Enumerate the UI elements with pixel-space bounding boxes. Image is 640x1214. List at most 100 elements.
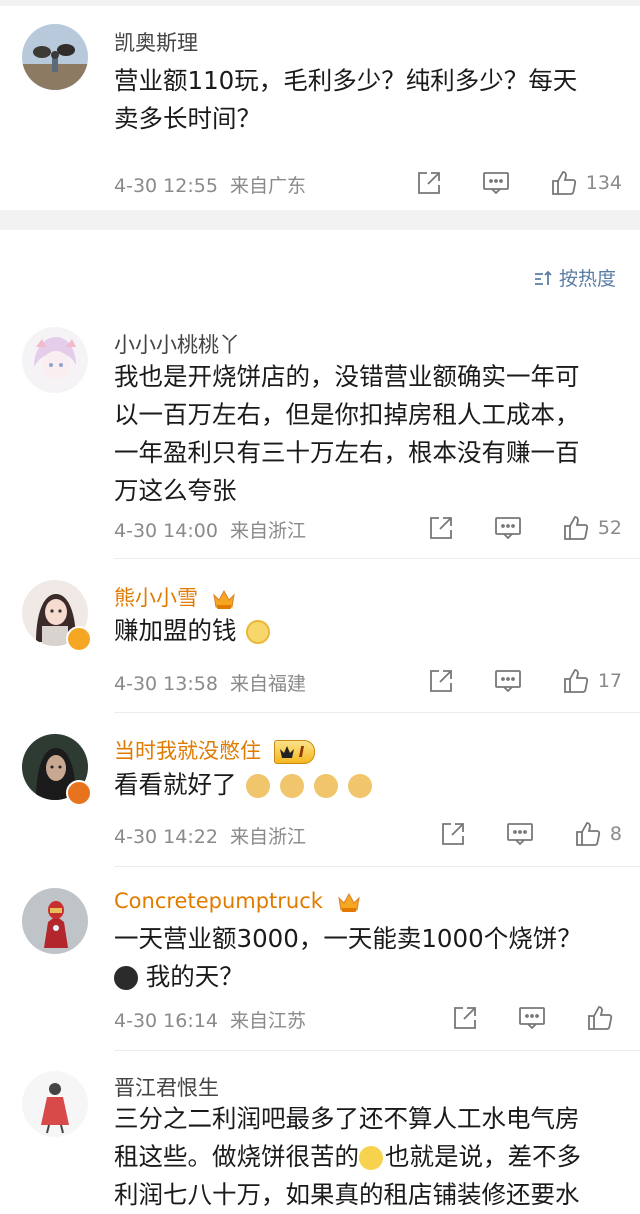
like-count: 8 (609, 823, 622, 845)
sort-label: 按热度 (558, 268, 616, 290)
username[interactable]: 熊小小雪 (114, 582, 237, 612)
username[interactable]: 当时我就没憋住 I (114, 735, 316, 765)
share-button[interactable] (428, 515, 454, 541)
comment-line: 租这些。做烧饼很苦的 也就是说，差不多 (114, 1138, 624, 1176)
comment-time: 4-30 12:55 (114, 175, 218, 197)
username-text: 熊小小雪 (114, 586, 198, 610)
share-icon (417, 172, 440, 194)
comment-icon (482, 172, 509, 195)
reply-button[interactable] (506, 821, 534, 847)
username[interactable]: 凯奥斯理 (114, 27, 198, 57)
doge-emoji-icon (347, 774, 372, 798)
comment-text: 看看就好了 (114, 766, 624, 804)
share-icon (454, 1007, 476, 1029)
comment-time: 4-30 14:00 (114, 520, 218, 542)
comment-meta: 4-30 13:58 来自福建 (114, 669, 306, 696)
like-button[interactable]: 52 (562, 514, 622, 542)
comment-location: 来自江苏 (229, 1010, 306, 1032)
like-count: 52 (597, 517, 622, 539)
comment-line: 一年盈利只有三十万左右，根本没有赚一百 (114, 438, 580, 467)
comment-line: 看看就好了 (114, 766, 624, 804)
comment-time: 4-30 16:14 (114, 1010, 218, 1032)
comment-text: 营业额110玩，毛利多少？纯利多少？每天 卖多长时间？ (114, 62, 624, 138)
sketch-figure-avatar (22, 1071, 88, 1137)
share-icon (442, 823, 464, 845)
thumbs-up-icon (563, 516, 588, 540)
comment-line-text: 赚加盟的钱 (114, 616, 237, 645)
comment-actions: 134 (376, 168, 622, 198)
thumbs-up-icon (576, 822, 601, 846)
comment-location: 来自浙江 (229, 520, 306, 542)
reply-button[interactable] (494, 515, 522, 541)
comment-meta: 4-30 12:55 来自广东 (114, 171, 306, 198)
comment-icon (519, 1007, 545, 1030)
avatar[interactable] (22, 24, 88, 90)
divider (114, 558, 640, 559)
crown-icon (279, 746, 294, 758)
grimace-emoji-icon (246, 620, 271, 644)
share-button[interactable] (428, 668, 454, 694)
vip-level-badge: I (273, 740, 316, 764)
comment-actions: 8 (400, 819, 622, 849)
comment-meta: 4-30 14:00 来自浙江 (114, 516, 306, 543)
thumbs-up-icon (551, 171, 576, 195)
comment-icon (494, 517, 521, 540)
avatar[interactable] (22, 1071, 88, 1137)
comment-line: 一天营业额3000，一天能卖1000个烧饼？ (114, 924, 582, 953)
comment-location: 来自广东 (229, 175, 306, 197)
comment-line: 赚加盟的钱 (114, 612, 624, 650)
sort-icon (534, 270, 552, 285)
comment-time: 4-30 14:22 (114, 826, 218, 848)
avatar[interactable] (22, 888, 88, 954)
comment-line: 卖多长时间？ (114, 104, 261, 133)
avatar[interactable] (22, 327, 88, 393)
sort-toggle[interactable]: 按热度 (533, 264, 616, 291)
comment-actions (412, 1003, 622, 1033)
like-button[interactable]: 17 (562, 667, 622, 695)
like-button[interactable]: 134 (550, 169, 622, 197)
vip-level-text: I (298, 743, 305, 761)
reply-button[interactable] (494, 668, 522, 694)
comment-line: 三分之二利润吧最多了还不算人工水电气房 (114, 1104, 580, 1133)
comment-actions: 17 (388, 666, 622, 696)
comment-line: 利润七八十万，如果真的租店铺装修还要水 (114, 1180, 580, 1209)
divider (114, 866, 640, 867)
comment-line: 我的天？ (114, 958, 624, 996)
divider (114, 712, 640, 713)
username-text: 当时我就没憋住 (114, 739, 261, 763)
member-crown-icon (337, 892, 360, 912)
reply-button[interactable] (518, 1005, 546, 1031)
comment-text: 一天营业额3000，一天能卖1000个烧饼？ 我的天？ (114, 920, 624, 996)
comment-line-text: 也就是说，差不多 (385, 1142, 581, 1171)
username[interactable]: Concretepumptruck (114, 889, 362, 914)
share-button[interactable] (416, 170, 442, 196)
comment-text: 赚加盟的钱 (114, 612, 624, 650)
thumbs-up-icon (563, 669, 588, 693)
doge-emoji-icon (280, 774, 305, 798)
username[interactable]: 小小小桃桃丫 (114, 329, 240, 359)
username-text: Concretepumptruck (114, 889, 323, 913)
comment-line: 营业额110玩，毛利多少？纯利多少？每天 (114, 66, 578, 95)
username[interactable]: 晋江君恨生 (114, 1072, 219, 1102)
share-button[interactable] (440, 821, 466, 847)
reply-button[interactable] (482, 170, 510, 196)
member-crown-icon (212, 589, 235, 609)
comment-line-text: 我的天？ (145, 962, 244, 991)
doge-emoji-icon (313, 774, 338, 798)
thumbs-up-icon (588, 1006, 613, 1030)
comment-time: 4-30 13:58 (114, 673, 218, 695)
like-count: 17 (597, 670, 622, 692)
comment-meta: 4-30 14:22 来自浙江 (114, 822, 306, 849)
like-button[interactable]: 8 (574, 820, 622, 848)
cattle-photo-avatar (22, 24, 88, 90)
section-gap (0, 210, 640, 230)
top-separator (0, 0, 640, 6)
like-button[interactable] (586, 1004, 622, 1032)
doge-emoji-icon (246, 774, 271, 798)
share-button[interactable] (452, 1005, 478, 1031)
divider (114, 1050, 640, 1051)
comment-line: 以一百万左右，但是你扣掉房租人工成本， (114, 400, 580, 429)
comment-icon (507, 823, 533, 846)
laugh-cry-emoji-icon (359, 1146, 383, 1170)
like-count: 134 (585, 172, 622, 194)
